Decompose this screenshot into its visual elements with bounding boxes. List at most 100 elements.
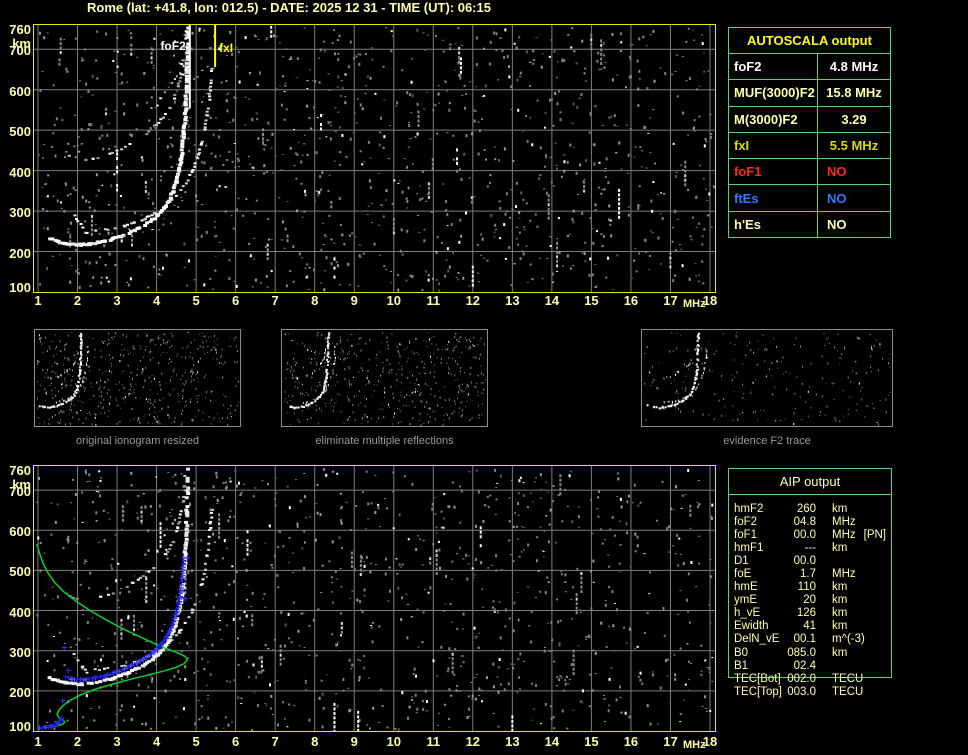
- aip-row-label: hmF1: [734, 541, 764, 554]
- x-tick-label: 14: [544, 293, 560, 308]
- thumbnail-caption-1: original ionogram resized: [76, 435, 199, 447]
- aip-row-value: 02.4: [793, 659, 816, 672]
- y-tick-label: 200: [9, 684, 31, 700]
- x-tick-label: 6: [232, 293, 240, 308]
- x-tick-label: 3: [113, 293, 121, 308]
- autoscala-row-value: 3.29: [841, 111, 867, 127]
- aip-row-unit: TECU: [832, 685, 864, 698]
- autoscala-row-label: foF2: [729, 54, 818, 80]
- aip-row-label: hmF2: [734, 502, 764, 515]
- thumbnail-original-ionogram: [34, 329, 241, 427]
- aip-table-row: ymE 20 km: [728, 594, 890, 607]
- aip-row-value: 110: [797, 581, 816, 594]
- x-tick-label: 5: [192, 734, 200, 749]
- aip-row-unit: MHz: [832, 515, 856, 528]
- ionogram-canvas-top: foF2 fxI: [34, 25, 715, 292]
- aip-row-label: Ewidth: [734, 620, 769, 633]
- x-axis-unit-label: MHz: [683, 739, 706, 751]
- aip-row-label: TEC[Top]: [734, 685, 782, 698]
- x-axis-unit-label: MHz: [683, 298, 706, 310]
- aip-row-unit: TECU: [832, 672, 864, 685]
- x-tick-label: 9: [350, 293, 358, 308]
- thumbnail-evidence-f2-trace: [641, 329, 893, 427]
- aip-row-unit: km: [832, 581, 848, 594]
- x-tick-label: 10: [386, 293, 401, 308]
- aip-row-value: 126: [796, 607, 816, 620]
- page-title: Rome (lat: +41.8, lon: 012.5) - DATE: 20…: [87, 0, 491, 15]
- ionogram-canvas-bottom: [34, 466, 715, 733]
- aip-row-value: 00.1: [793, 633, 816, 646]
- autoscala-output-table: AUTOSCALA output foF2 4.8 MHz MUF(3000)F2 1…: [728, 27, 891, 238]
- y-tick-label: 100: [9, 280, 31, 295]
- x-tick-label: 11: [426, 734, 441, 749]
- x-tick-label: 1: [34, 734, 42, 749]
- autoscala-row-label: ftEs: [729, 185, 818, 211]
- thumbnail-canvas-1: [37, 332, 239, 426]
- aip-row-unit: km: [832, 646, 848, 659]
- aip-table-row: B1 02.4: [728, 659, 890, 672]
- y-tick-label: 500: [9, 564, 31, 580]
- y-tick-label: 760: [9, 22, 31, 37]
- aip-row-label: B1: [734, 659, 749, 672]
- aip-table-row: h_vE 126 km: [728, 607, 890, 620]
- autoscala-table-row: M(3000)F2 3.29: [729, 105, 890, 132]
- x-tick-label: 8: [311, 293, 319, 308]
- autoscala-table-row: fxI 5.5 MHz: [729, 131, 890, 159]
- thumbnail-eliminate-reflections: [281, 329, 488, 427]
- aip-row-value: 00.0: [793, 554, 816, 567]
- aip-row-value: 002.0: [787, 672, 816, 685]
- x-tick-label: 4: [152, 293, 161, 308]
- aip-row-value: 260: [796, 502, 816, 515]
- aip-row-value: 1.7: [800, 568, 816, 581]
- aip-table-row: foE 1.7 MHz: [728, 567, 890, 580]
- aip-row-unit: km: [832, 594, 848, 607]
- aip-row-label: foF1: [734, 528, 758, 541]
- y-axis-unit-label: km: [12, 36, 31, 51]
- x-tick-label: 7: [271, 293, 279, 308]
- aip-row-unit: MHz: [832, 568, 856, 581]
- x-tick-label: 12: [465, 293, 481, 308]
- aip-row-extra: [PN]: [863, 528, 886, 541]
- y-tick-label: 100: [9, 719, 31, 734]
- autoscala-row-value: 5.5 MHz: [829, 137, 879, 153]
- autoscala-table-row: h'Es NO: [729, 210, 890, 237]
- autoscala-row-label: M(3000)F2: [729, 106, 818, 132]
- aip-row-unit: km: [832, 620, 848, 633]
- aip-row-unit: m^(-3): [832, 633, 865, 646]
- x-tick-label: 13: [505, 734, 520, 749]
- y-axis-unit-label: km: [12, 477, 31, 492]
- x-tick-label: 8: [311, 734, 319, 749]
- svg-text:foF2: foF2: [160, 39, 186, 53]
- aip-row-value: 41: [803, 620, 816, 633]
- aip-table-row: D1 00.0: [728, 554, 890, 567]
- x-tick-label: 2: [73, 293, 82, 308]
- aip-table-row: Ewidth 41 km: [728, 620, 890, 633]
- aip-table-row: hmE 110 km: [728, 581, 890, 594]
- x-tick-label: 15: [584, 734, 599, 749]
- autoscala-table-title: AUTOSCALA output: [729, 28, 890, 54]
- aip-table-rows: hmF2 260 km foF2 04.8 MHz foF1 00.0 MHz [PN] hmF1 -…: [728, 502, 890, 698]
- x-tick-label: 13: [505, 293, 520, 308]
- aip-row-value: 20: [803, 594, 816, 607]
- x-tick-label: 9: [350, 734, 358, 749]
- autoscala-table-rows: foF2 4.8 MHz MUF(3000)F2 15.8 MHz M(3000)F2 3…: [729, 54, 890, 237]
- aip-row-value: 04.8: [793, 515, 816, 528]
- x-tick-label: 16: [623, 293, 639, 308]
- x-tick-label: 12: [465, 734, 481, 749]
- x-tick-label: 4: [152, 734, 161, 749]
- y-tick-label: 760: [9, 463, 31, 478]
- autoscala-row-label: MUF(3000)F2: [729, 80, 818, 106]
- y-tick-label: 400: [9, 604, 31, 620]
- x-tick-label: 17: [663, 293, 678, 308]
- x-tick-label: 3: [113, 734, 121, 749]
- aip-row-unit: km: [832, 607, 848, 620]
- autoscala-row-value: 4.8 MHz: [829, 59, 879, 75]
- aip-row-unit: MHz: [832, 528, 856, 541]
- aip-row-label: hmE: [734, 581, 758, 594]
- aip-table-row: foF1 00.0 MHz [PN]: [728, 528, 890, 541]
- thumbnail-canvas-3: [644, 332, 891, 426]
- aip-table-row: DelN_vE 00.1 m^(-3): [728, 633, 890, 646]
- x-tick-label: 11: [426, 293, 441, 308]
- autoscala-table-row: MUF(3000)F2 15.8 MHz: [729, 79, 890, 106]
- aip-table-row: foF2 04.8 MHz: [728, 515, 890, 528]
